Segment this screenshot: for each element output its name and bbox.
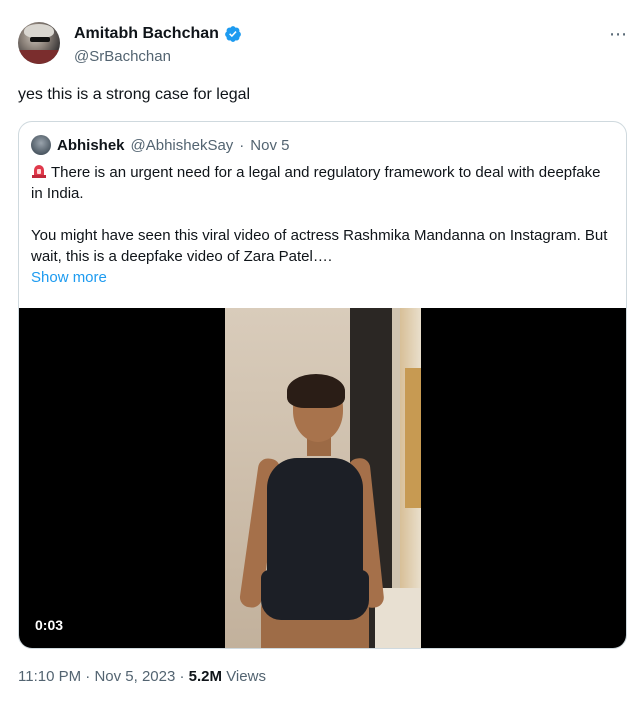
tweet-meta: 11:10 PM · Nov 5, 2023 · 5.2M Views xyxy=(18,668,266,685)
author-avatar[interactable] xyxy=(18,22,60,64)
views-label: Views xyxy=(226,668,266,685)
quoted-date[interactable]: Nov 5 xyxy=(250,137,289,154)
verified-badge-icon xyxy=(225,26,241,42)
author-name-row: Amitabh Bachchan xyxy=(74,25,242,43)
show-more-link[interactable]: Show more xyxy=(31,267,611,288)
quoted-paragraph-1: There is an urgent need for a legal and … xyxy=(31,164,601,202)
video-frame xyxy=(225,308,421,648)
quoted-author-avatar[interactable] xyxy=(31,135,51,155)
video-player[interactable]: 0:03 xyxy=(19,308,626,648)
quoted-separator: · xyxy=(239,136,245,154)
quoted-author-handle[interactable]: @AbhishekSay xyxy=(131,137,234,154)
quoted-author-name[interactable]: Abhishek xyxy=(57,137,125,154)
views-count[interactable]: 5.2M xyxy=(189,668,222,685)
author-display-name[interactable]: Amitabh Bachchan xyxy=(74,25,219,43)
tweet-header: Amitabh Bachchan @SrBachchan ⋯ xyxy=(18,22,628,68)
quoted-tweet-card[interactable]: Abhishek @AbhishekSay · Nov 5 There is a… xyxy=(18,121,627,649)
meta-separator-1: · xyxy=(85,668,91,685)
quoted-tweet-body: There is an urgent need for a legal and … xyxy=(31,162,611,288)
meta-separator-2: · xyxy=(179,668,185,685)
author-handle[interactable]: @SrBachchan xyxy=(74,48,171,65)
tweet-date[interactable]: Nov 5, 2023 xyxy=(94,668,175,685)
more-options-icon[interactable]: ⋯ xyxy=(609,24,628,45)
video-duration: 0:03 xyxy=(35,617,64,633)
quoted-paragraph-2: You might have seen this viral video of … xyxy=(31,227,608,265)
tweet-text: yes this is a strong case for legal xyxy=(18,86,251,103)
rotating-light-icon xyxy=(32,165,46,178)
tweet-time[interactable]: 11:10 PM xyxy=(18,668,81,685)
quoted-tweet-header: Abhishek @AbhishekSay · Nov 5 xyxy=(31,135,289,155)
